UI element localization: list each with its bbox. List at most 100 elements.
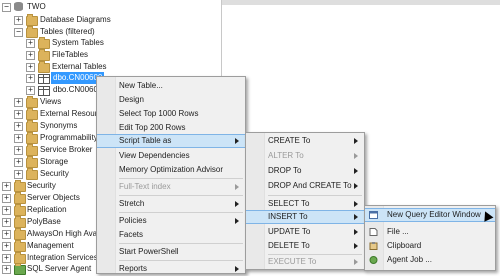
tree-node-label: Synonyms — [40, 121, 78, 130]
folder-icon — [26, 108, 38, 120]
tree-node-label: System Tables — [52, 38, 104, 47]
expand-icon[interactable]: + — [26, 86, 35, 95]
menu-item-label: Full-Text index — [119, 182, 171, 191]
menu-item-label: Select Top 1000 Rows — [119, 109, 199, 118]
submenu-arrow-icon — [354, 183, 358, 189]
submenu-arrow-icon — [354, 243, 358, 249]
expand-icon[interactable]: + — [14, 98, 23, 107]
menu-item-edit-top-200[interactable]: Edit Top 200 Rows — [97, 121, 245, 135]
menu-item-script-table-as[interactable]: Script Table as — [97, 134, 245, 148]
folder-icon — [38, 37, 50, 49]
editor-pane-header — [222, 0, 500, 5]
expand-icon[interactable]: + — [2, 206, 11, 215]
menu-item-label: Clipboard — [387, 241, 422, 250]
menu-item-stretch[interactable]: Stretch — [97, 197, 245, 211]
menu-item-label: DELETE To — [268, 241, 310, 250]
tree-node-database-diagrams[interactable]: + Database Diagrams — [0, 14, 220, 26]
folder-icon — [26, 132, 38, 144]
menu-item-create-to[interactable]: CREATE To — [246, 134, 364, 148]
tree-node-label: Database Diagrams — [40, 15, 111, 24]
clipboard-icon — [369, 242, 378, 250]
submenu-arrow-icon — [235, 218, 239, 224]
expand-icon[interactable]: + — [14, 134, 23, 143]
menu-item-label: Script Table as — [119, 136, 172, 145]
expand-icon[interactable]: + — [2, 218, 11, 227]
menu-item-drop-to[interactable]: DROP To — [246, 164, 364, 178]
tree-node-label: PolyBase — [27, 217, 61, 226]
menu-item-drop-and-create-to[interactable]: DROP And CREATE To — [246, 179, 364, 193]
submenu-arrow-icon — [354, 201, 358, 207]
tree-node-label: dbo.CN00600 — [53, 85, 103, 94]
expand-icon[interactable]: + — [14, 122, 23, 131]
file-icon — [369, 228, 378, 236]
menu-item-start-powershell[interactable]: Start PowerShell — [97, 245, 245, 259]
submenu-arrow-icon — [354, 153, 358, 159]
menu-item-label: Agent Job ... — [387, 255, 432, 264]
menu-item-new-query-editor-window[interactable]: New Query Editor Window — [365, 208, 495, 222]
menu-item-insert-to[interactable]: INSERT To — [246, 210, 364, 224]
submenu-arrow-icon — [235, 184, 239, 190]
collapse-icon[interactable]: − — [2, 3, 11, 12]
menu-item-design[interactable]: Design — [97, 93, 245, 107]
menu-item-label: New Query Editor Window — [387, 210, 481, 219]
expand-icon[interactable]: + — [14, 110, 23, 119]
menu-item-delete-to[interactable]: DELETE To — [246, 239, 364, 253]
menu-item-reports[interactable]: Reports — [97, 262, 245, 276]
tree-node-label: SQL Server Agent — [27, 264, 92, 273]
menu-separator — [119, 178, 243, 179]
menu-item-label: CREATE To — [268, 136, 311, 145]
menu-item-agent-job[interactable]: Agent Job ... — [365, 253, 495, 267]
menu-item-clipboard[interactable]: Clipboard — [365, 239, 495, 253]
folder-icon — [14, 228, 26, 240]
tree-node-label: Replication — [27, 205, 67, 214]
folder-icon — [38, 49, 50, 61]
expand-icon[interactable]: + — [14, 16, 23, 25]
menu-item-new-table[interactable]: New Table... — [97, 79, 245, 93]
expand-icon[interactable]: + — [26, 74, 35, 83]
expand-icon[interactable]: + — [26, 51, 35, 60]
menu-item-execute-to: EXECUTE To — [246, 255, 364, 269]
tree-node-label: FileTables — [52, 50, 89, 59]
expand-icon[interactable]: + — [14, 158, 23, 167]
submenu-arrow-icon — [354, 168, 358, 174]
expand-icon[interactable]: + — [2, 194, 11, 203]
tree-node-filetables[interactable]: + FileTables — [0, 49, 220, 61]
menu-item-file[interactable]: File ... — [365, 225, 495, 239]
menu-item-memory-optimization-advisor[interactable]: Memory Optimization Advisor — [97, 163, 245, 177]
collapse-icon[interactable]: − — [14, 28, 23, 37]
submenu-arrow-icon — [354, 229, 358, 235]
submenu-arrow-icon — [354, 259, 358, 265]
table-context-menu: New Table... Design Select Top 1000 Rows… — [96, 76, 246, 274]
tree-node-server[interactable]: − TWO — [0, 1, 100, 13]
menu-item-update-to[interactable]: UPDATE To — [246, 225, 364, 239]
folder-icon — [26, 156, 38, 168]
agent-icon — [14, 263, 26, 275]
menu-separator — [119, 260, 243, 261]
expand-icon[interactable]: + — [2, 230, 11, 239]
expand-icon[interactable]: + — [2, 254, 11, 263]
tree-node-label: Management — [27, 241, 74, 250]
menu-item-policies[interactable]: Policies — [97, 214, 245, 228]
expand-icon[interactable]: + — [14, 146, 23, 155]
expand-icon[interactable]: + — [2, 182, 11, 191]
menu-separator — [268, 195, 362, 196]
tree-node-system-tables[interactable]: + System Tables — [0, 37, 220, 49]
table-icon — [38, 74, 50, 84]
menu-item-label: Facets — [119, 230, 144, 239]
menu-item-facets[interactable]: Facets — [97, 228, 245, 242]
menu-separator — [119, 212, 243, 213]
expand-icon[interactable]: + — [26, 39, 35, 48]
table-icon — [38, 86, 50, 96]
menu-item-view-dependencies[interactable]: View Dependencies — [97, 149, 245, 163]
menu-item-label: Stretch — [119, 199, 145, 208]
script-table-as-submenu: CREATE To ALTER To DROP To DROP And CREA… — [245, 132, 365, 270]
expand-icon[interactable]: + — [2, 242, 11, 251]
query-window-icon — [369, 211, 378, 219]
expand-icon[interactable]: + — [26, 63, 35, 72]
menu-item-label: Memory Optimization Advisor — [119, 165, 224, 174]
menu-item-select-top-1000[interactable]: Select Top 1000 Rows — [97, 107, 245, 121]
menu-item-label: SELECT To — [268, 199, 310, 208]
menu-item-label: Policies — [119, 216, 147, 225]
expand-icon[interactable]: + — [14, 170, 23, 179]
menu-item-select-to[interactable]: SELECT To — [246, 197, 364, 211]
